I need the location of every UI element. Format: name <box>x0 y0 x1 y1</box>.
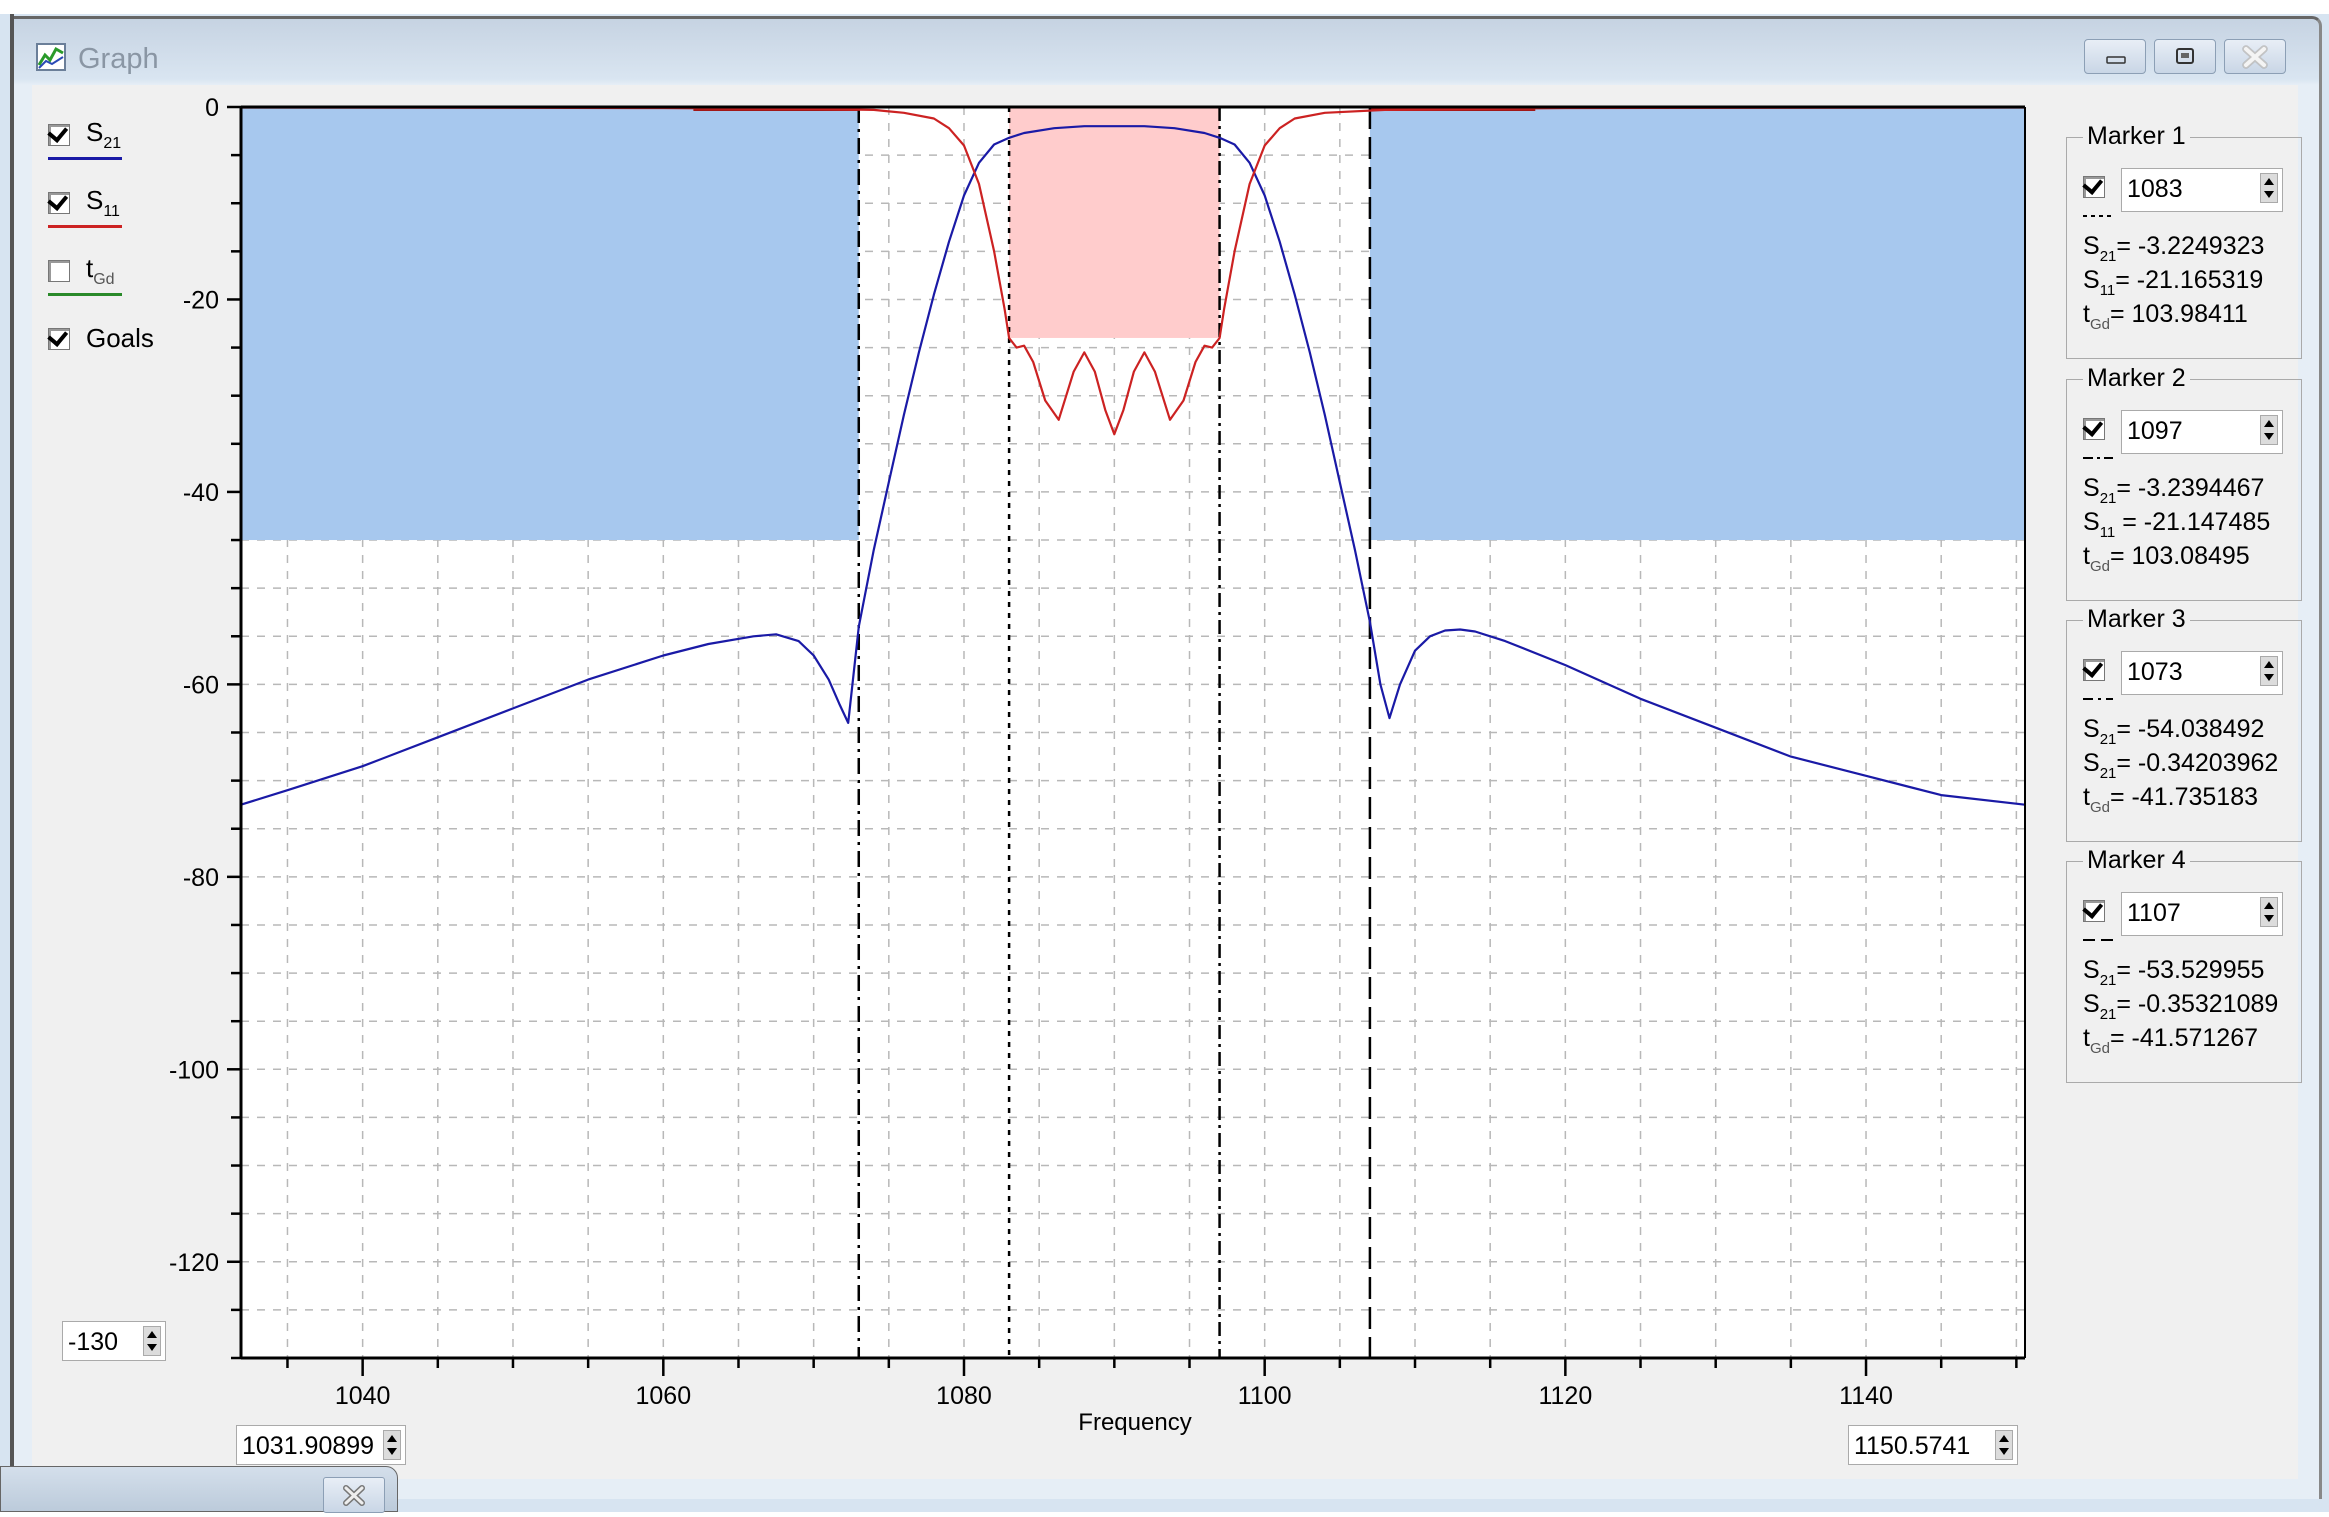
marker-title: Marker 4 <box>2083 846 2190 875</box>
marker-frequency-value[interactable]: 1083 <box>2127 175 2183 204</box>
goals-checkbox[interactable] <box>48 327 70 350</box>
marker-3-group: Marker 3 1073 S21= -54.038492 S21= -0.34203… <box>2066 605 2302 842</box>
marker-frequency-value[interactable]: 1097 <box>2127 417 2183 446</box>
xmin-value[interactable]: 1031.90899 <box>242 1432 374 1461</box>
marker-checkbox[interactable] <box>2083 176 2105 198</box>
legend-s21[interactable]: S21 <box>48 117 121 153</box>
tab-close-button[interactable] <box>323 1477 385 1513</box>
s11-legend-line <box>48 225 122 228</box>
marker-frequency-spinner[interactable]: 1073 <box>2121 651 2283 695</box>
xmax-spin-arrows[interactable] <box>1995 1430 2013 1460</box>
xmax-value[interactable]: 1150.5741 <box>1854 1432 1970 1461</box>
tgd-label-sub: Gd <box>93 271 115 288</box>
restore-icon <box>2176 48 2194 64</box>
spin-up-icon[interactable] <box>1999 1435 2009 1442</box>
ymin-spin-arrows[interactable] <box>143 1326 161 1356</box>
s21-label: S <box>86 117 104 147</box>
legend-goals[interactable]: Goals <box>48 323 154 354</box>
spin-up-icon[interactable] <box>387 1435 397 1442</box>
close-icon <box>343 1485 365 1506</box>
marker-checkbox[interactable] <box>2083 418 2105 440</box>
close-button[interactable] <box>2224 39 2286 74</box>
close-icon <box>2242 45 2268 69</box>
spin-down-icon[interactable] <box>387 1448 397 1455</box>
s11-checkbox[interactable] <box>48 192 70 214</box>
marker-readout: S11 = -21.147485 <box>2083 508 2271 541</box>
graph-window: Graph S21 S11 tGd Goals -130 1031.90899 … <box>14 16 2322 1499</box>
marker-line-style <box>2083 457 2113 459</box>
marker-1-group: Marker 1 1083 S21= -3.2249323 S11= -21.1653… <box>2066 122 2302 359</box>
spin-up-icon[interactable] <box>147 1331 157 1338</box>
spin-down-icon[interactable] <box>2264 191 2274 198</box>
marker-readout: tGd= 103.08495 <box>2083 542 2250 575</box>
marker-readout: S21= -0.34203962 <box>2083 749 2279 782</box>
marker-frequency-value[interactable]: 1107 <box>2127 899 2181 928</box>
goals-label: Goals <box>86 323 154 353</box>
marker-line-style <box>2083 215 2113 217</box>
marker-spin-arrows[interactable] <box>2260 656 2278 686</box>
marker-line-style <box>2083 698 2113 700</box>
s21-checkbox[interactable] <box>48 124 70 146</box>
marker-frequency-spinner[interactable]: 1107 <box>2121 892 2283 936</box>
xmin-spin-arrows[interactable] <box>383 1430 401 1460</box>
spin-down-icon[interactable] <box>147 1344 157 1351</box>
legend-tgd[interactable]: tGd <box>48 253 115 289</box>
spin-up-icon[interactable] <box>2264 661 2274 668</box>
s11-label-sub: 11 <box>103 203 120 220</box>
minimize-button[interactable] <box>2084 39 2146 74</box>
marker-title: Marker 2 <box>2083 364 2190 393</box>
window-title: Graph <box>78 43 159 75</box>
minimize-icon <box>2106 56 2126 64</box>
spin-up-icon[interactable] <box>2264 420 2274 427</box>
s21-legend-line <box>48 157 122 160</box>
ymin-value[interactable]: -130 <box>68 1328 118 1357</box>
minimized-window-tab[interactable] <box>0 1466 398 1513</box>
marker-title: Marker 1 <box>2083 122 2190 151</box>
spin-down-icon[interactable] <box>2264 433 2274 440</box>
s21-label-sub: 21 <box>103 135 122 152</box>
marker-2-group: Marker 2 1097 S21= -3.2394467 S11 = -21.147… <box>2066 364 2302 601</box>
marker-readout: S21= -54.038492 <box>2083 715 2265 748</box>
marker-title: Marker 3 <box>2083 605 2190 634</box>
xmin-spinner[interactable]: 1031.90899 <box>236 1425 406 1465</box>
legend-s11[interactable]: S11 <box>48 185 120 221</box>
marker-readout: S21= -0.35321089 <box>2083 990 2279 1023</box>
graph-icon <box>36 43 66 71</box>
ymin-spinner[interactable]: -130 <box>62 1321 166 1361</box>
marker-spin-arrows[interactable] <box>2260 897 2278 927</box>
marker-readout: tGd= 103.98411 <box>2083 300 2248 333</box>
spin-up-icon[interactable] <box>2264 902 2274 909</box>
title-bar[interactable]: Graph <box>14 19 2319 85</box>
marker-readout: tGd= -41.571267 <box>2083 1024 2259 1057</box>
marker-spin-arrows[interactable] <box>2260 173 2278 203</box>
xmax-spinner[interactable]: 1150.5741 <box>1848 1425 2018 1465</box>
marker-readout: tGd= -41.735183 <box>2083 783 2259 816</box>
spin-down-icon[interactable] <box>2264 915 2274 922</box>
marker-4-group: Marker 4 1107 S21= -53.529955 S21= -0.35321… <box>2066 846 2302 1083</box>
marker-spin-arrows[interactable] <box>2260 415 2278 445</box>
marker-readout: S21= -3.2394467 <box>2083 474 2265 507</box>
marker-frequency-spinner[interactable]: 1083 <box>2121 168 2283 212</box>
marker-checkbox[interactable] <box>2083 659 2105 681</box>
restore-button[interactable] <box>2154 39 2216 74</box>
s11-label: S <box>86 185 104 215</box>
spin-down-icon[interactable] <box>1999 1448 2009 1455</box>
spin-up-icon[interactable] <box>2264 178 2274 185</box>
marker-readout: S21= -3.2249323 <box>2083 232 2265 265</box>
marker-readout: S21= -53.529955 <box>2083 956 2265 989</box>
marker-frequency-value[interactable]: 1073 <box>2127 658 2183 687</box>
marker-frequency-spinner[interactable]: 1097 <box>2121 410 2283 454</box>
marker-readout: S11= -21.165319 <box>2083 266 2264 299</box>
marker-line-style <box>2083 939 2113 941</box>
tgd-legend-line <box>48 293 122 296</box>
tgd-checkbox[interactable] <box>48 260 70 282</box>
graph-client-area: S21 S11 tGd Goals -130 1031.90899 1150.5… <box>32 85 2302 1479</box>
marker-checkbox[interactable] <box>2083 900 2105 922</box>
spin-down-icon[interactable] <box>2264 674 2274 681</box>
